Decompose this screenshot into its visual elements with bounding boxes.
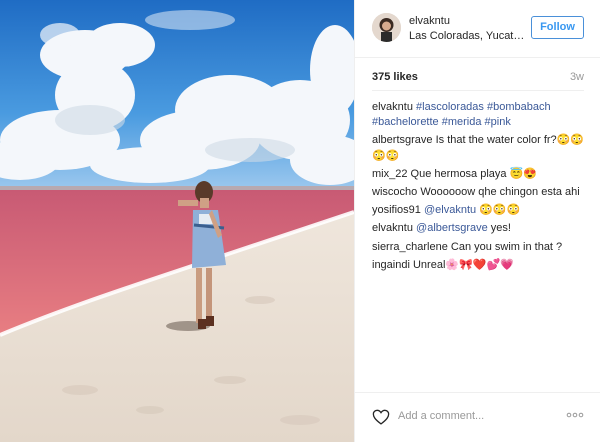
comment-username[interactable]: yosifios91 [372,204,421,216]
add-comment-input[interactable]: Add a comment... [398,410,484,422]
comment-username[interactable]: mix_22 [372,168,407,180]
comment-tag-link[interactable]: @albertsgrave [416,222,488,234]
comment-text: Unreal🌸🎀❤️💕💗 [412,258,514,271]
comment-username[interactable]: elvakntu [372,101,413,113]
comment: sierra_charlene Can you swim in that ? [372,240,587,255]
comment-username[interactable]: wiscocho [372,186,417,198]
more-options-icon[interactable] [566,410,584,420]
comment-tag-link[interactable]: #bachelorette [372,116,439,128]
comment-list: elvakntu #lascoloradas #bombabach #bache… [372,100,587,276]
post-username[interactable]: elvakntu [409,15,450,27]
comment-username[interactable]: sierra_charlene [372,241,448,253]
comment-text: Que hermosa playa 😇😍 [410,167,537,180]
comment-tag-link[interactable]: #bombabach [487,101,551,113]
comment: ingaindi Unreal🌸🎀❤️💕💗 [372,258,587,273]
comment-username[interactable]: albertsgrave [372,134,433,146]
comment: wiscocho Woooooow qhe chingon esta ahi [372,185,587,200]
comment-tag-link[interactable]: #merida [442,116,482,128]
post-meta: 375 likes 3w [372,71,584,87]
comment: elvakntu @albertsgrave yes! [372,221,587,236]
divider [372,90,584,91]
comment-tag-link[interactable]: @elvakntu [424,204,476,216]
comment-text: Woooooow qhe chingon esta ahi [420,186,580,199]
post-footer: Add a comment... [355,392,600,442]
comment-tag-link[interactable]: #lascoloradas [416,101,484,113]
comment-text: 😳😳😳 [476,204,521,217]
comment: yosifios91 @elvakntu 😳😳😳 [372,203,587,218]
comment: albertsgrave Is that the water color fr?… [372,133,587,163]
post-side-panel: elvakntu Las Coloradas, Yucat… Follow 37… [354,0,600,442]
post-header: elvakntu Las Coloradas, Yucat… Follow [355,0,600,58]
heart-icon[interactable] [372,409,390,425]
comment-text: Can you swim in that ? [450,240,563,253]
comment-text: yes! [487,222,511,235]
comment-username[interactable]: elvakntu [372,222,413,234]
avatar-image [372,13,401,42]
comment-username[interactable]: ingaindi [372,259,410,271]
instagram-post: elvakntu Las Coloradas, Yucat… Follow 37… [0,0,600,442]
post-location[interactable]: Las Coloradas, Yucat… [409,30,524,42]
likes-count[interactable]: 375 likes [372,71,418,83]
post-photo[interactable] [0,0,354,442]
avatar[interactable] [372,13,401,42]
post-time[interactable]: 3w [570,71,584,83]
comment-tag-link[interactable]: #pink [485,116,511,128]
beach-photo-image [0,0,354,442]
follow-button[interactable]: Follow [531,16,584,39]
comment: elvakntu #lascoloradas #bombabach #bache… [372,100,587,130]
comment: mix_22 Que hermosa playa 😇😍 [372,167,587,182]
